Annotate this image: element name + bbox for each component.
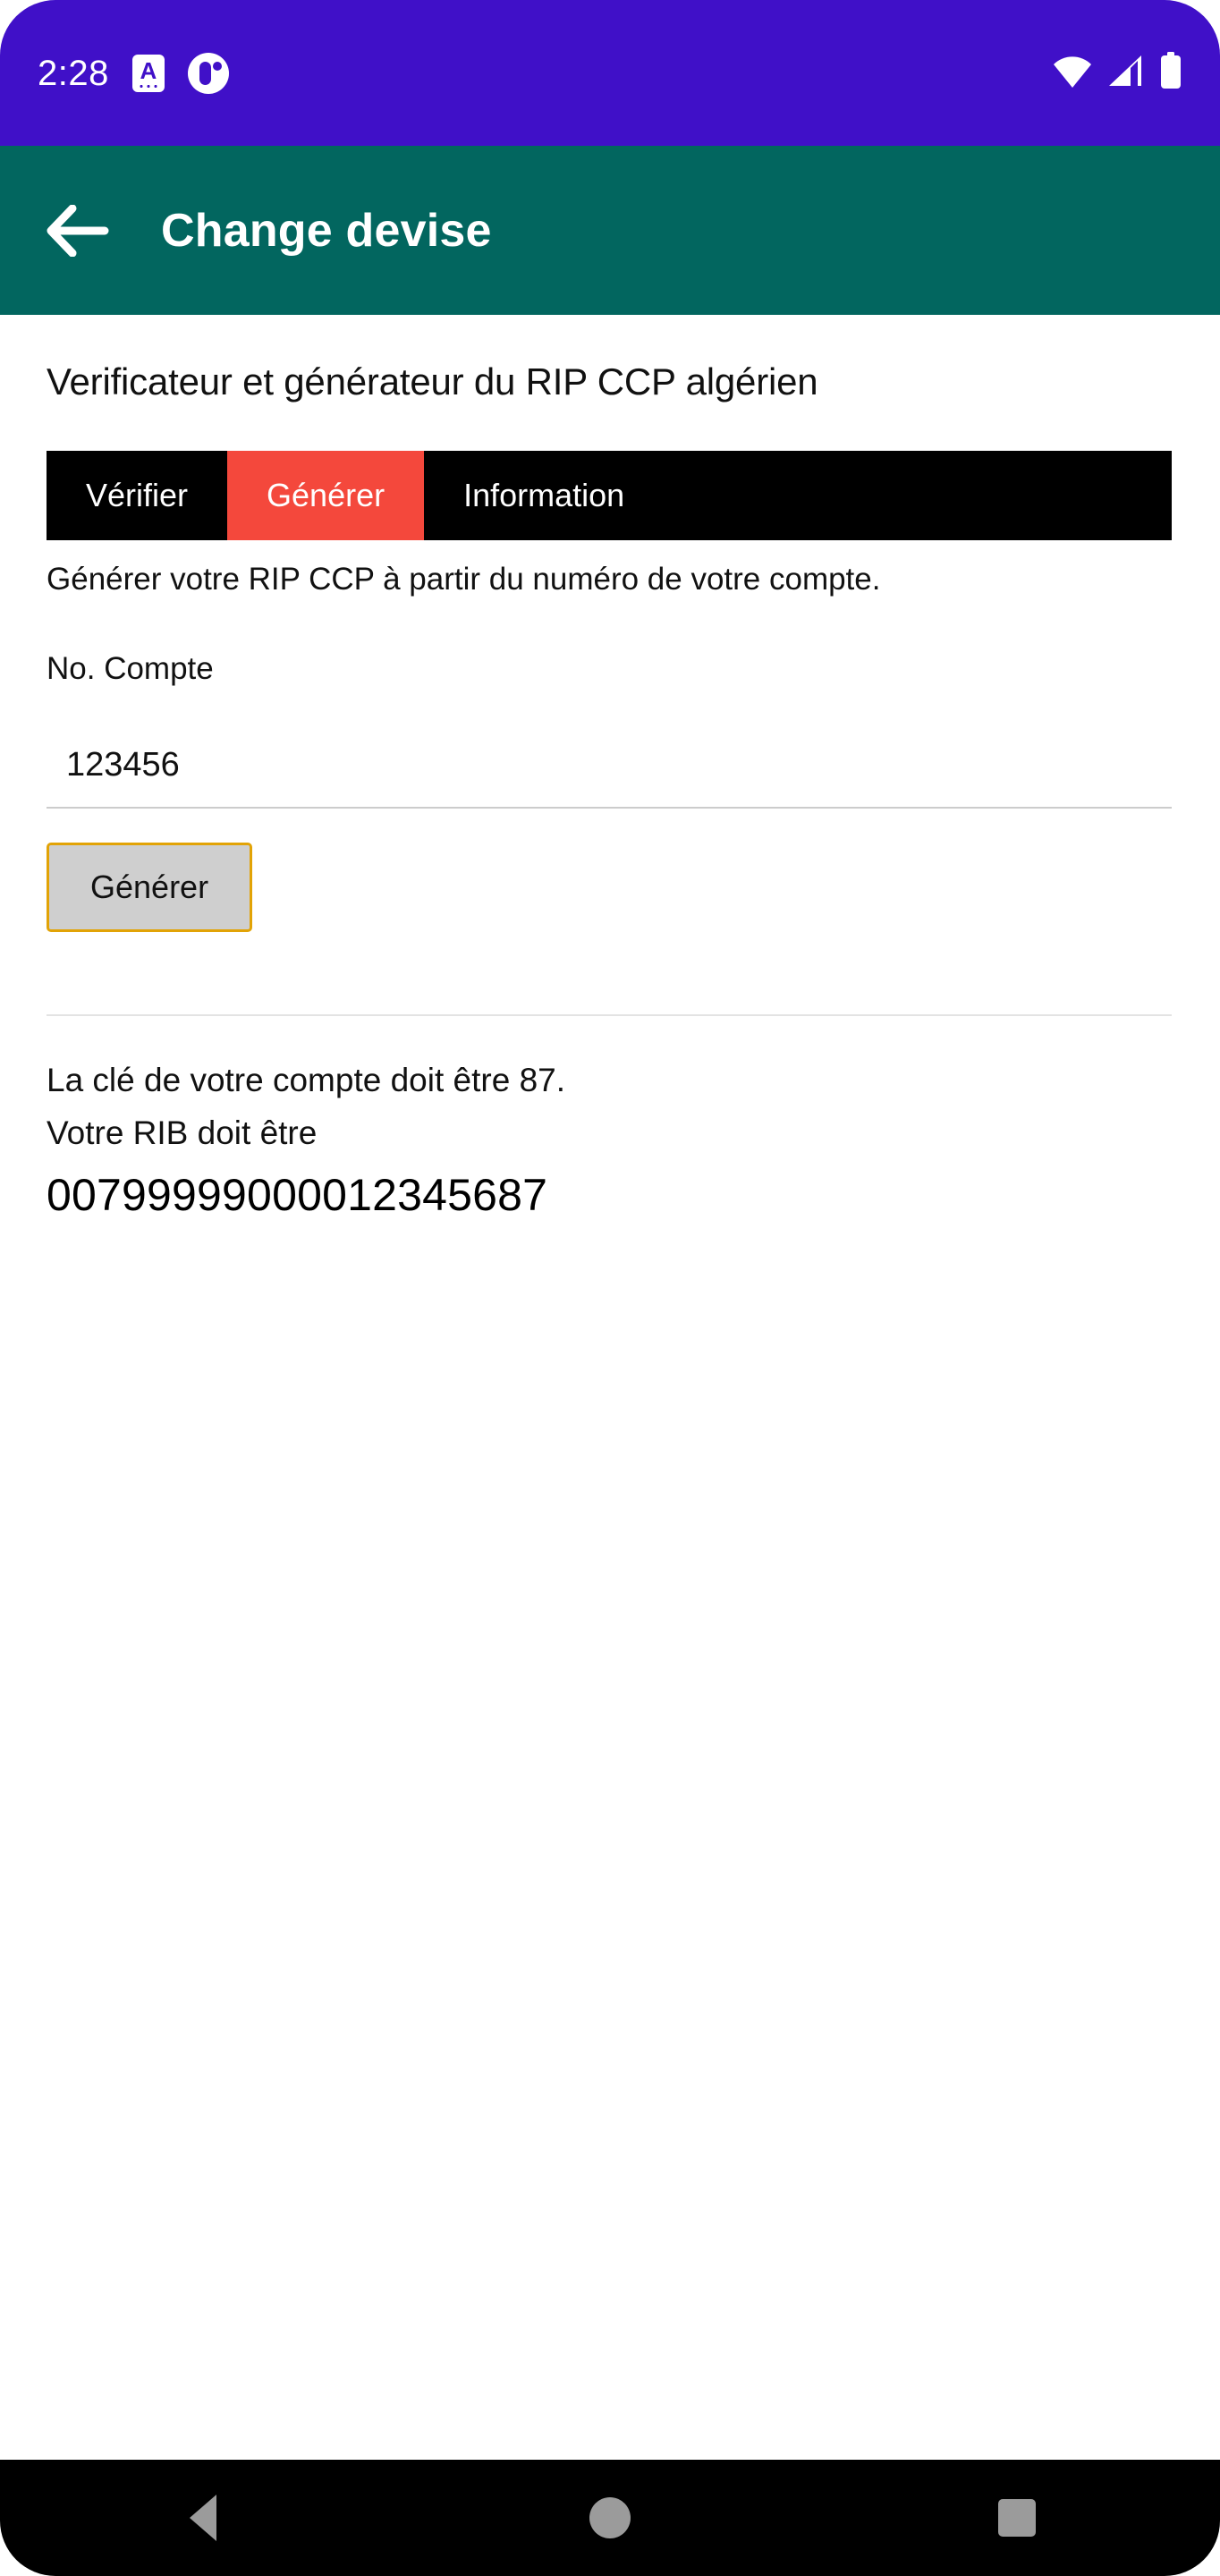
status-bar-right xyxy=(1052,52,1182,94)
language-a-icon-glyph: A xyxy=(140,56,157,84)
page-title: Verificateur et générateur du RIP CCP al… xyxy=(47,360,818,402)
nav-back-button[interactable] xyxy=(140,2478,266,2558)
nav-home-icon xyxy=(589,2497,631,2538)
battery-icon xyxy=(1159,52,1182,94)
tab-generer[interactable]: Générer xyxy=(227,451,425,541)
app-bar-title: Change devise xyxy=(161,204,492,257)
account-number-input[interactable] xyxy=(47,723,1172,809)
status-bar-left: 2:28 A xyxy=(38,52,229,94)
phone-screen: 2:28 A Change devise Verificateur et gén… xyxy=(0,0,1220,2576)
app-badge-icon xyxy=(187,52,229,94)
status-clock: 2:28 xyxy=(38,53,109,93)
account-number-label: No. Compte xyxy=(47,651,214,687)
nav-home-button[interactable] xyxy=(547,2478,673,2558)
nav-recents-icon xyxy=(997,2499,1036,2537)
cellular-signal-icon xyxy=(1107,54,1145,92)
android-nav-bar xyxy=(0,2460,1220,2576)
result-rib-value: 00799999000012345687 xyxy=(47,1169,548,1220)
nav-recents-button[interactable] xyxy=(954,2478,1080,2558)
tab-verifier[interactable]: Vérifier xyxy=(47,451,228,541)
tab-information[interactable]: Information xyxy=(424,451,665,541)
language-a-icon-dots xyxy=(139,84,157,88)
section-divider xyxy=(47,1014,1172,1017)
result-rib-label: Votre RIB doit être xyxy=(47,1114,318,1152)
generate-button[interactable]: Générer xyxy=(47,843,253,933)
app-bar: Change devise xyxy=(0,146,1220,315)
result-key-text: La clé de votre compte doit être 87. xyxy=(47,1062,566,1099)
main-content: Verificateur et générateur du RIP CCP al… xyxy=(0,315,1220,2460)
result-block: La clé de votre compte doit être 87. Vot… xyxy=(47,1054,1173,1220)
wifi-icon xyxy=(1052,54,1093,92)
tab-bar: Vérifier Générer Information xyxy=(47,451,1172,541)
back-button[interactable] xyxy=(29,182,127,280)
nav-back-icon xyxy=(190,2495,217,2541)
language-a-icon: A xyxy=(131,54,165,92)
back-arrow-icon xyxy=(47,204,109,257)
tab-description: Générer votre RIP CCP à partir du numéro… xyxy=(47,562,881,597)
status-bar: 2:28 A xyxy=(0,0,1220,146)
